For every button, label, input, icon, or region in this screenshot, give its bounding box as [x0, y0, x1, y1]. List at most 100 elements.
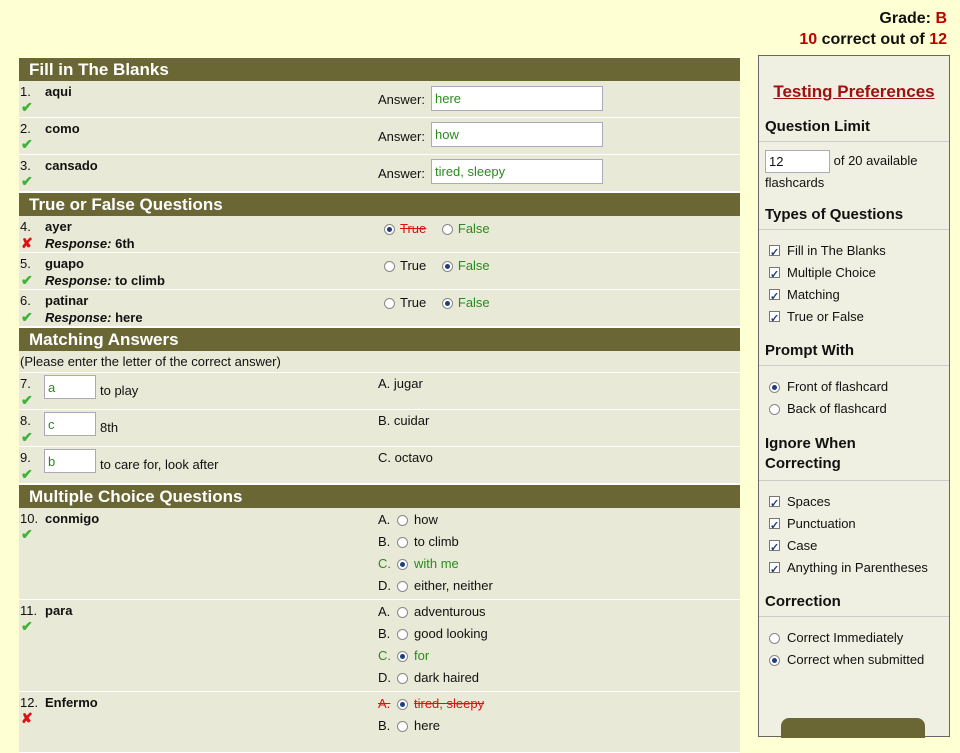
choice-radio[interactable]: [397, 629, 408, 640]
correct-out-of-text: correct out of: [821, 31, 925, 48]
question-word: ayer: [45, 219, 72, 234]
choice-letter: D.: [378, 578, 391, 593]
correct-check-icon: ✔: [21, 618, 33, 634]
question-row: 11. para ✔ A. adventurous B. good looking …: [19, 600, 740, 692]
match-option: B. cuidar: [378, 413, 430, 428]
choice-radio[interactable]: [397, 581, 408, 592]
question-number: 8.: [20, 413, 31, 428]
answer-input[interactable]: [431, 159, 603, 184]
radio-selected[interactable]: [769, 382, 780, 393]
radio-selected[interactable]: [769, 655, 780, 666]
ignore-option[interactable]: Punctuation: [759, 513, 949, 537]
choice-text: for: [414, 648, 430, 663]
answer-input[interactable]: [431, 86, 603, 111]
choice-option[interactable]: B. good looking: [378, 623, 488, 645]
radio-unselected[interactable]: [769, 633, 780, 644]
correct-check-icon: ✔: [21, 173, 33, 189]
ignore-label: Punctuation: [787, 516, 856, 531]
checkbox-checked[interactable]: [769, 286, 780, 308]
checkbox-checked[interactable]: [769, 493, 780, 515]
question-limit-row: of 20 available flashcards: [759, 142, 949, 192]
choice-option[interactable]: A. how: [378, 509, 438, 531]
false-radio[interactable]: [441, 298, 453, 309]
response-text: Response: 6th: [45, 236, 135, 251]
true-label: True: [400, 258, 427, 273]
false-radio[interactable]: [441, 261, 453, 272]
answer-input[interactable]: [431, 122, 603, 147]
question-row: 5. guapo ✔ Response: to climb True False: [19, 253, 740, 290]
section-header-matching: Matching Answers: [19, 327, 740, 351]
choice-option[interactable]: B. here: [378, 715, 440, 737]
submit-button[interactable]: [781, 718, 925, 738]
limit-text-2: flashcards: [765, 175, 825, 190]
checkbox-checked[interactable]: [769, 559, 780, 581]
choice-option[interactable]: A. tired, sleepy: [378, 693, 484, 715]
choice-letter: B.: [378, 718, 391, 733]
choice-radio[interactable]: [397, 559, 408, 570]
prompt-option[interactable]: Back of flashcard: [759, 398, 949, 420]
true-false-options: True False: [384, 258, 502, 273]
type-option[interactable]: Multiple Choice: [759, 262, 949, 286]
choice-letter: A.: [378, 604, 391, 619]
question-number: 1.: [20, 84, 31, 99]
ignore-option[interactable]: Anything in Parentheses: [759, 557, 949, 581]
question-row: 4. ayer ✘ Response: 6th True False: [19, 216, 740, 253]
radio-unselected[interactable]: [769, 404, 780, 415]
response-text: Response: here: [45, 310, 143, 325]
checkbox-checked[interactable]: [769, 242, 780, 264]
grade-summary: Grade: B 10 correct out of 12: [799, 8, 947, 50]
ignore-heading-line2: Correcting: [765, 455, 841, 472]
question-limit-heading: Question Limit: [759, 118, 949, 142]
choice-option[interactable]: A. adventurous: [378, 601, 486, 623]
false-radio[interactable]: [441, 224, 453, 235]
question-word: patinar: [45, 293, 89, 308]
type-option[interactable]: Matching: [759, 284, 949, 308]
question-word: guapo: [45, 256, 84, 271]
quiz-results: Fill in The Blanks 1. aqui ✔ Answer: 2. …: [19, 57, 740, 753]
correction-option[interactable]: Correct Immediately: [759, 627, 949, 649]
answer-label: Answer:: [378, 92, 425, 107]
prompt-option[interactable]: Front of flashcard: [759, 376, 949, 398]
prompt-options: Front of flashcard Back of flashcard: [759, 366, 949, 420]
choice-radio[interactable]: [397, 651, 408, 662]
type-option[interactable]: Fill in The Blanks: [759, 240, 949, 264]
response-label: Response:: [45, 236, 112, 251]
ignore-label: Anything in Parentheses: [787, 560, 928, 575]
ignore-option[interactable]: Case: [759, 535, 949, 559]
preferences-title[interactable]: Testing Preferences: [759, 82, 949, 102]
choice-option[interactable]: C. for: [378, 645, 429, 667]
choice-radio[interactable]: [397, 699, 408, 710]
choice-radio[interactable]: [397, 721, 408, 732]
question-row: 6. patinar ✔ Response: here True False: [19, 290, 740, 327]
choice-option[interactable]: D. either, neither: [378, 575, 493, 597]
checkbox-checked[interactable]: [769, 308, 780, 330]
choice-letter: C.: [378, 556, 391, 571]
match-letter-input[interactable]: [44, 412, 96, 436]
true-radio[interactable]: [384, 224, 395, 235]
question-number: 9.: [20, 450, 31, 465]
type-option[interactable]: True or False: [759, 306, 949, 330]
correction-option[interactable]: Correct when submitted: [759, 649, 949, 671]
checkbox-checked[interactable]: [769, 264, 780, 286]
ignore-option[interactable]: Spaces: [759, 491, 949, 515]
true-radio[interactable]: [384, 261, 395, 272]
choice-text: how: [414, 512, 438, 527]
match-letter-input[interactable]: [44, 375, 96, 399]
choice-radio[interactable]: [397, 673, 408, 684]
choice-radio[interactable]: [397, 515, 408, 526]
checkbox-checked[interactable]: [769, 537, 780, 559]
choice-option[interactable]: B. to climb: [378, 531, 459, 553]
true-radio[interactable]: [384, 298, 395, 309]
choice-radio[interactable]: [397, 607, 408, 618]
match-letter-input[interactable]: [44, 449, 96, 473]
correction-label: Correct Immediately: [787, 630, 904, 645]
testing-preferences-panel: Testing Preferences Question Limit of 20…: [758, 55, 950, 738]
true-label: True: [400, 295, 427, 310]
checkbox-checked[interactable]: [769, 515, 780, 537]
question-number: 6.: [20, 293, 31, 308]
question-limit-input[interactable]: [765, 150, 830, 173]
choice-radio[interactable]: [397, 537, 408, 548]
question-word: aqui: [45, 84, 72, 99]
choice-option[interactable]: C. with me: [378, 553, 459, 575]
choice-option[interactable]: D. dark haired: [378, 667, 479, 689]
